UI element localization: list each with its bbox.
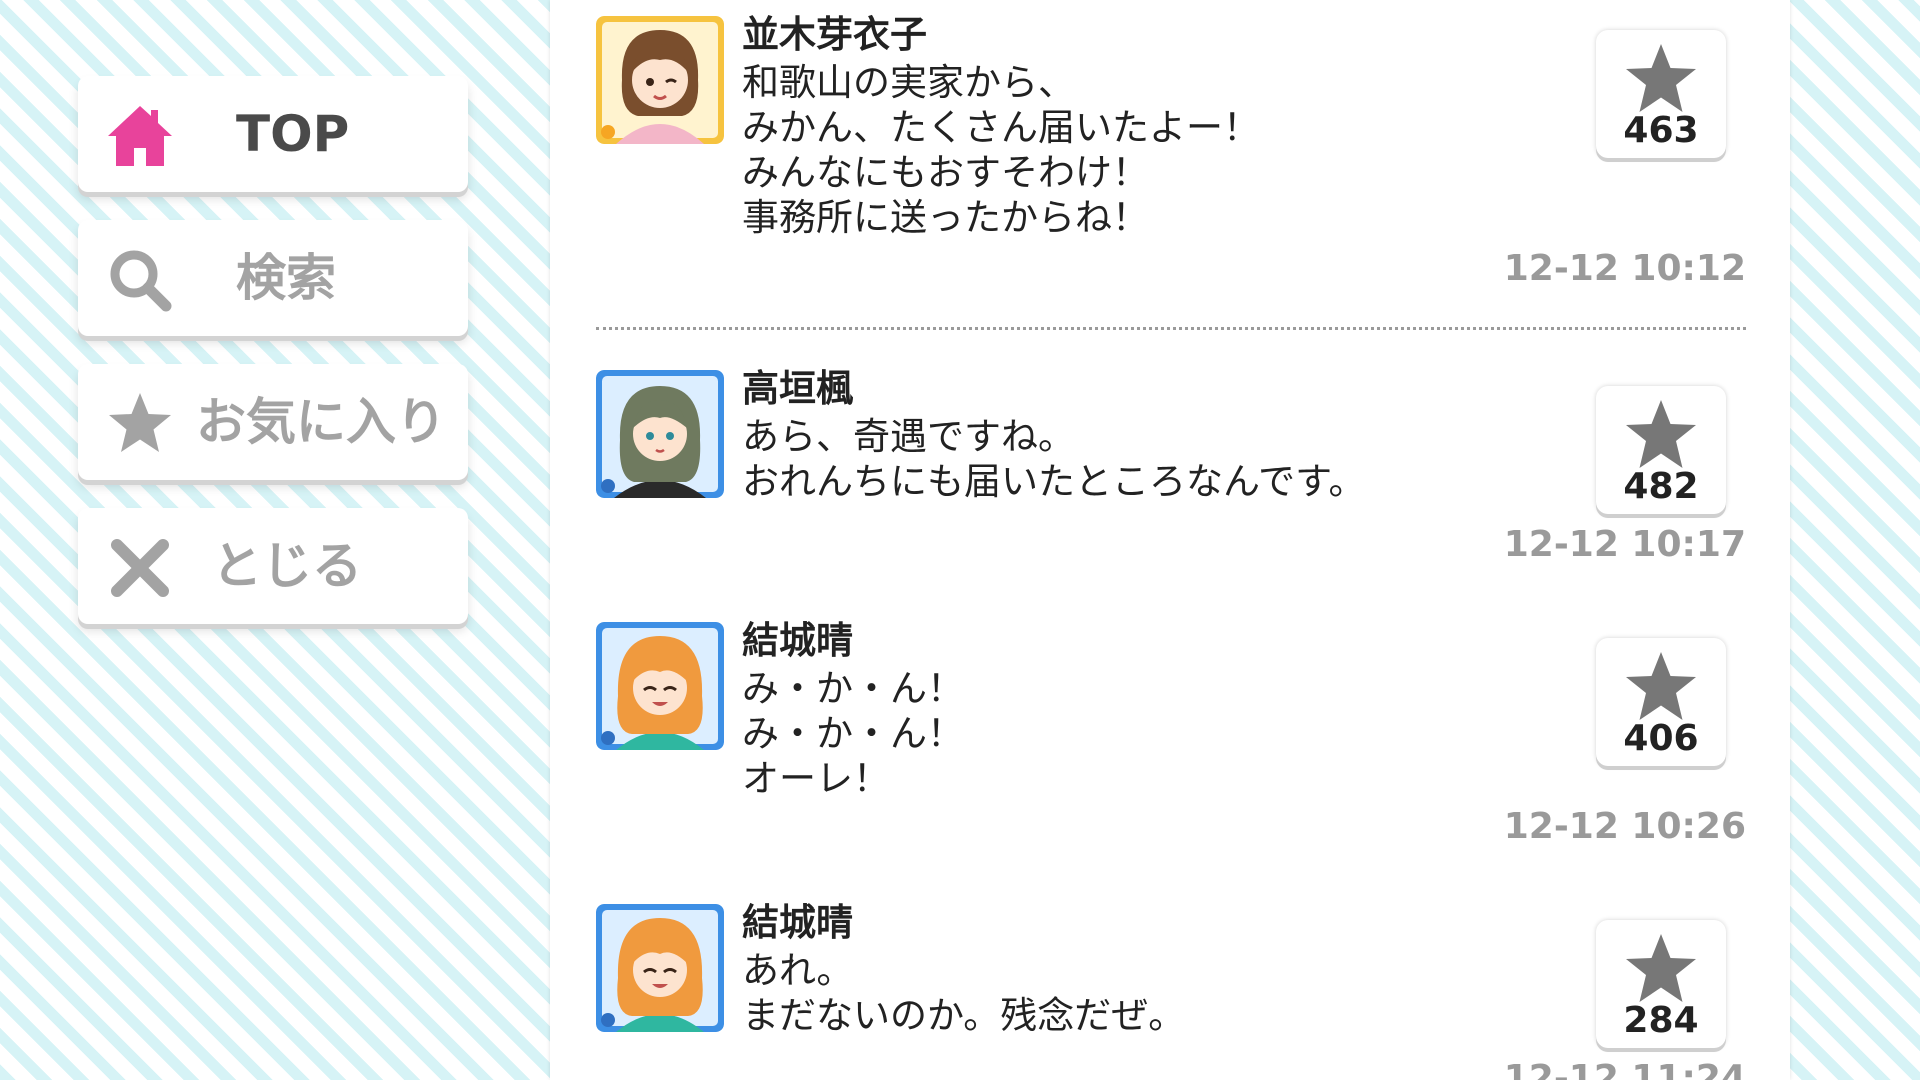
close-button-label: とじる [212, 537, 362, 595]
post-timestamp: 12-12 11:24 [1503, 1058, 1746, 1080]
sidebar-nav: TOP 検索 お気に入り とじる [78, 76, 468, 652]
post-divider [596, 327, 1746, 330]
avatar[interactable] [596, 16, 724, 144]
like-count: 284 [1623, 1000, 1699, 1041]
search-button-label: 検索 [236, 249, 336, 307]
top-button-label: TOP [236, 105, 350, 163]
post-timestamp: 12-12 10:17 [1503, 524, 1746, 565]
like-button[interactable]: 463 [1596, 30, 1726, 158]
feed-panel: 並木芽衣子 和歌山の実家から、 みかん、たくさん届いたよー！ みんなにもおすそわ… [550, 0, 1790, 1080]
post-timestamp: 12-12 10:26 [1503, 806, 1746, 847]
post-message: あれ。 まだないのか。残念だぜ。 [742, 949, 1186, 1037]
home-icon [108, 106, 172, 166]
star-icon [1626, 652, 1696, 720]
avatar-portrait-icon [596, 904, 724, 1032]
post-message: あら、奇遇ですね。 おれんちにも届いたところなんです。 [742, 415, 1366, 503]
favorites-button[interactable]: お気に入り [78, 364, 468, 480]
like-button[interactable]: 482 [1596, 386, 1726, 514]
post-message: 和歌山の実家から、 みかん、たくさん届いたよー！ みんなにもおすそわけ！ 事務所… [742, 61, 1260, 239]
post-timestamp: 12-12 10:12 [1503, 248, 1746, 289]
search-button[interactable]: 検索 [78, 220, 468, 336]
close-icon [111, 539, 169, 597]
star-icon [1626, 400, 1696, 468]
like-count: 406 [1623, 718, 1699, 759]
like-button[interactable]: 406 [1596, 638, 1726, 766]
favorites-button-label: お気に入り [196, 393, 446, 451]
avatar-portrait-icon [596, 16, 724, 144]
poster-name: 結城晴 [742, 619, 853, 662]
star-icon [109, 393, 171, 452]
poster-name: 高垣楓 [742, 367, 853, 410]
poster-name: 結城晴 [742, 901, 853, 944]
star-icon [1626, 44, 1696, 112]
avatar[interactable] [596, 370, 724, 498]
avatar[interactable] [596, 622, 724, 750]
like-count: 463 [1623, 110, 1699, 151]
close-button[interactable]: とじる [78, 508, 468, 624]
avatar[interactable] [596, 904, 724, 1032]
search-icon [110, 250, 172, 312]
avatar-portrait-icon [596, 622, 724, 750]
star-icon [1626, 934, 1696, 1002]
like-count: 482 [1623, 466, 1699, 507]
post-message: み・か・ん！ み・か・ん！ オーレ！ [742, 667, 964, 800]
poster-name: 並木芽衣子 [742, 13, 927, 56]
top-button[interactable]: TOP [78, 76, 468, 192]
like-button[interactable]: 284 [1596, 920, 1726, 1048]
avatar-portrait-icon [596, 370, 724, 498]
